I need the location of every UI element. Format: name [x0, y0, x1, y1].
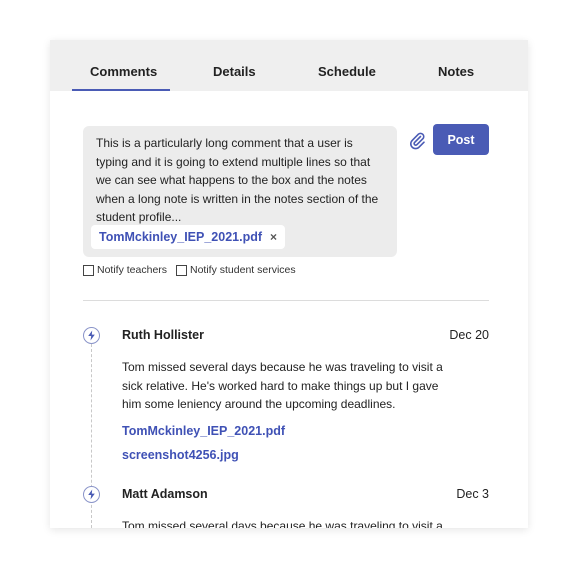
attachment-filename[interactable]: TomMckinley_IEP_2021.pdf	[99, 230, 262, 244]
tab-comments[interactable]: Comments	[72, 40, 170, 91]
lightning-icon	[83, 327, 100, 344]
comment-attachment-link[interactable]: TomMckinley_IEP_2021.pdf	[122, 424, 285, 438]
post-button[interactable]: Post	[433, 124, 489, 155]
attachment-chip: TomMckinley_IEP_2021.pdf ×	[91, 225, 286, 249]
comment-date: Dec 20	[449, 328, 489, 342]
tab-schedule[interactable]: Schedule	[318, 40, 376, 91]
checkbox-box[interactable]	[83, 264, 94, 276]
comment-attachment-link[interactable]: screenshot4256.jpg	[122, 448, 239, 462]
divider	[83, 300, 489, 301]
remove-attachment-icon[interactable]: ×	[270, 230, 277, 244]
notify-teachers-checkbox[interactable]: Notify teachers	[83, 264, 167, 276]
notify-student-services-label: Notify student services	[190, 264, 296, 276]
comment-body: Tom missed several days because he was t…	[122, 519, 443, 528]
checkbox-box[interactable]	[176, 264, 187, 276]
comment-input[interactable]: This is a particularly long comment that…	[83, 126, 397, 257]
tab-notes[interactable]: Notes	[438, 40, 474, 91]
notify-teachers-label: Notify teachers	[97, 264, 168, 276]
lightning-icon	[83, 486, 100, 503]
tab-bar: Comments Details Schedule Notes	[50, 40, 528, 91]
notify-student-services-checkbox[interactable]: Notify student services	[176, 264, 296, 276]
comment-author: Matt Adamson	[122, 487, 208, 501]
comment-body: Tom missed several days because he was t…	[122, 360, 443, 411]
comment-text[interactable]: This is a particularly long comment that…	[96, 134, 386, 227]
tab-details[interactable]: Details	[213, 40, 256, 91]
comments-panel: Comments Details Schedule Notes This is …	[50, 40, 528, 528]
comment-date: Dec 3	[456, 487, 489, 501]
paperclip-icon[interactable]	[407, 130, 427, 150]
comment-author: Ruth Hollister	[122, 328, 204, 342]
